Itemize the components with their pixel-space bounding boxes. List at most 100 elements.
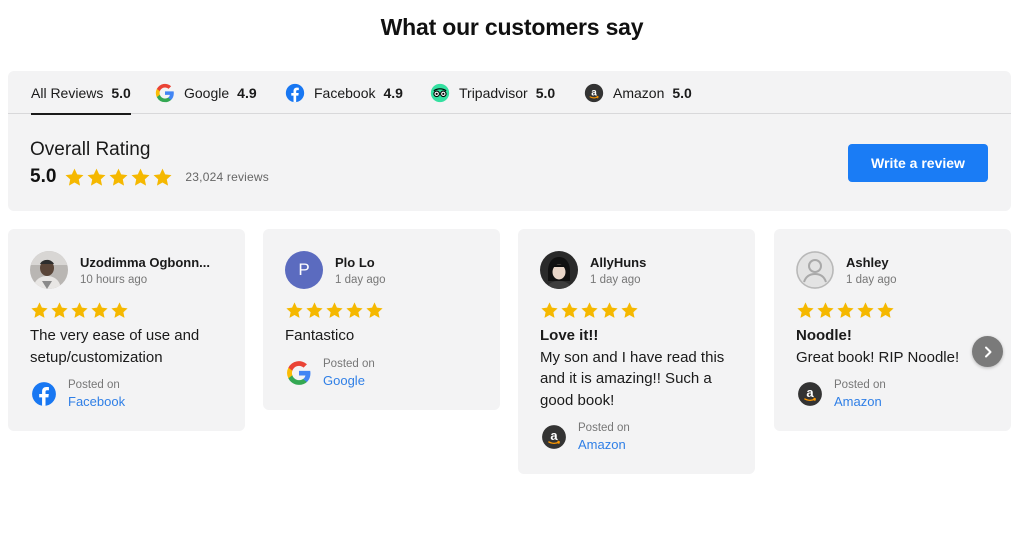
tab-google[interactable]: Google 4.9 [155,71,257,114]
star-icon [856,301,875,320]
star-icon [365,301,384,320]
amazon-icon [584,83,604,103]
tab-all-reviews[interactable]: All Reviews 5.0 [31,71,131,115]
tab-score: 5.0 [672,84,692,101]
star-icon [560,301,579,320]
review-stars [285,301,384,320]
google-icon [285,359,313,387]
review-count: 23,024 reviews [185,170,269,184]
star-icon [816,301,835,320]
chevron-right-icon [984,346,991,357]
posted-on: Posted on Google [285,358,375,388]
facebook-icon [30,380,58,408]
review-text: Great book! RIP Noodle! [796,348,960,366]
posted-on: Posted on Amazon [540,422,630,452]
avatar [540,251,578,289]
star-icon [620,301,639,320]
avatar-letter: P [298,260,310,279]
review-text: The very ease of use and setup/customiza… [30,327,200,366]
reviewer-name: Ashley [846,254,889,270]
review-time: 1 day ago [846,273,897,286]
star-icon [325,301,344,320]
star-icon [580,301,599,320]
tab-amazon[interactable]: Amazon 5.0 [584,71,692,114]
posted-on-label: Posted on [323,358,375,370]
source-link[interactable]: Amazon [578,437,630,452]
star-icon [30,301,49,320]
facebook-icon [285,83,305,103]
review-stars [540,301,639,320]
reviewer: Ashley 1 day ago [796,251,897,289]
star-icon [600,301,619,320]
write-review-button[interactable]: Write a review [848,144,988,182]
star-icon [540,301,559,320]
review-card: Uzodimma Ogbonn... 10 hours ago The very… [8,229,245,431]
reviewer-name: Plo Lo [335,254,375,270]
review-text-block: Love it!! My son and I have read this an… [540,325,740,411]
tab-label: Facebook [314,84,376,101]
star-icon [90,301,109,320]
star-icon [796,301,815,320]
posted-on-label: Posted on [834,379,886,391]
review-text-block: Noodle! Great book! RIP Noodle! [796,325,996,368]
star-icon [110,301,129,320]
amazon-icon [540,423,568,451]
tab-label: Amazon [613,84,665,101]
review-text-block: Fantastico [285,325,485,347]
tripadvisor-icon [430,83,450,103]
tab-score: 5.0 [111,84,131,101]
star-icon [836,301,855,320]
source-link[interactable]: Amazon [834,394,886,409]
overall-rating-row: 5.0 23,024 reviews [30,166,269,188]
star-icon [50,301,69,320]
posted-on-label: Posted on [578,422,630,434]
review-headline: Love it!! [540,327,599,344]
review-text-block: The very ease of use and setup/customiza… [30,325,230,368]
posted-on: Posted on Amazon [796,379,886,409]
avatar [30,251,68,289]
source-link[interactable]: Facebook [68,394,125,409]
source-link[interactable]: Google [323,373,375,388]
tab-score: 4.9 [383,84,403,101]
review-time: 1 day ago [590,273,641,286]
overall-rating-label: Overall Rating [30,139,151,160]
tab-label: All Reviews [31,84,104,101]
overall-score: 5.0 [30,166,57,187]
reviewer: P Plo Lo 1 day ago [285,251,386,289]
reviewer: Uzodimma Ogbonn... 10 hours ago [30,251,210,289]
carousel-next-button[interactable] [972,336,1003,367]
tab-facebook[interactable]: Facebook 4.9 [285,71,403,114]
source-tabs: All Reviews 5.0 Google 4.9 Facebook 4.9 … [8,71,1011,115]
posted-on-label: Posted on [68,379,120,391]
review-headline: Noodle! [796,327,852,344]
page-title: What our customers say [380,14,644,40]
star-icon [285,301,304,320]
review-time: 10 hours ago [80,273,148,286]
review-time: 1 day ago [335,273,386,286]
avatar: P [285,251,323,289]
google-icon [155,83,175,103]
review-card: Ashley 1 day ago Noodle! Great book! RIP… [774,229,1011,431]
posted-on: Posted on Facebook [30,379,125,409]
star-icon [86,167,107,188]
review-count-number: 23,024 [185,170,224,184]
star-icon [108,167,129,188]
review-text: My son and I have read this and it is am… [540,348,725,409]
reviewer-name: AllyHuns [590,254,647,270]
tab-score: 5.0 [535,84,556,101]
tab-label: Google [184,84,230,101]
star-icon [64,167,85,188]
review-stars [796,301,895,320]
star-icon [70,301,89,320]
reviewer-name: Uzodimma Ogbonn... [80,254,210,270]
overall-stars [64,167,173,188]
tab-tripadvisor[interactable]: Tripadvisor 5.0 [430,71,555,114]
review-card: P Plo Lo 1 day ago Fantastico Posted on … [263,229,500,410]
reviewer: AllyHuns 1 day ago [540,251,646,289]
star-icon [876,301,895,320]
star-icon [305,301,324,320]
review-card: AllyHuns 1 day ago Love it!! My son and … [518,229,755,474]
avatar [796,251,834,289]
tab-label: Tripadvisor [459,84,528,101]
user-placeholder-icon [796,251,834,289]
